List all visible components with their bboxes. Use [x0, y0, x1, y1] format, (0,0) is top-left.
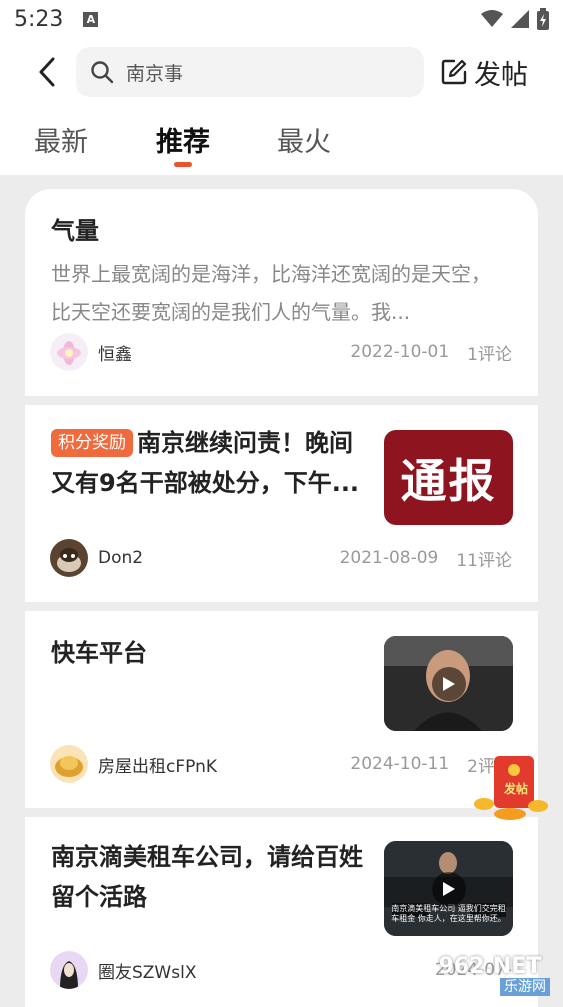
post-comment-count: 1评论: [467, 344, 512, 365]
post-date: 2021-08-09: [339, 548, 439, 568]
search-query: 南京事: [126, 62, 184, 85]
tab-recommended[interactable]: 推荐: [156, 120, 210, 159]
post-author[interactable]: 恒鑫: [98, 340, 132, 365]
video-thumbnail[interactable]: [384, 636, 513, 731]
post-meta: 恒鑫 2022-10-01 1评论: [50, 333, 512, 371]
play-icon[interactable]: [431, 871, 466, 906]
post-author[interactable]: 圈友SZWslX: [98, 958, 196, 983]
back-button[interactable]: [22, 47, 72, 97]
avatar[interactable]: [50, 333, 88, 371]
wifi-icon: [481, 10, 503, 27]
watermark-brand: 962.NET: [438, 954, 542, 979]
post-card[interactable]: 气量 世界上最宽阔的是海洋，比海洋还宽阔的是天空，比天空还要宽阔的是我们人的气量…: [25, 189, 538, 396]
avatar[interactable]: [50, 539, 88, 577]
reward-badge: 积分奖励: [51, 429, 133, 457]
search-field[interactable]: 南京事: [76, 47, 424, 97]
watermark-sub: 乐游网: [500, 978, 550, 996]
watermark-logo: 962.NET 乐游网: [424, 954, 556, 996]
video-caption: 南京滴美租车公司 逼我们交完租车租金 你走人，在这里帮你还。: [391, 904, 506, 923]
video-thumbnail[interactable]: 南京滴美租车公司 逼我们交完租车租金 你走人，在这里帮你还。: [384, 841, 513, 936]
chevron-left-icon: [39, 57, 55, 87]
post-button[interactable]: 发帖: [440, 50, 528, 94]
tab-active-indicator: [174, 162, 192, 167]
avatar[interactable]: [50, 745, 88, 783]
status-time: 5:23: [14, 6, 64, 32]
post-comment-count: 11评论: [456, 550, 512, 571]
post-author[interactable]: Don2: [98, 548, 143, 568]
post-title: 南京滴美租车公司，请给百姓留个活路: [51, 843, 363, 911]
post-card[interactable]: 积分奖励 南京继续问责！晚间又有9名干部被处分，下午... 通报 Don2 202…: [25, 405, 538, 602]
floating-post-button[interactable]: 发帖: [470, 752, 552, 824]
post-date: 2024-10-11: [350, 754, 450, 774]
thumbnail-text: 通报: [400, 453, 497, 508]
tab-bar: 最新 推荐 最火: [0, 106, 563, 175]
post-meta: Don2 2021-08-09 11评论: [50, 539, 512, 577]
edit-icon: [441, 59, 467, 85]
post-button-label: 发帖: [474, 59, 528, 91]
post-title: 快车平台: [51, 639, 147, 667]
status-bar: 5:23 A: [0, 0, 563, 38]
search-icon: [91, 61, 114, 84]
notification-a-icon: A: [83, 11, 99, 27]
post-summary: 世界上最宽阔的是海洋，比海洋还宽阔的是天空，比天空还要宽阔的是我们人的气量。我.…: [51, 262, 491, 324]
battery-icon: [537, 8, 549, 30]
post-author[interactable]: 房屋出租cFPnK: [98, 752, 217, 777]
post-card[interactable]: 快车平台 房屋出租cFPnK 2024-10-11 2评论: [25, 611, 538, 808]
avatar[interactable]: [50, 951, 88, 989]
top-bar: 南京事 发帖: [0, 38, 563, 106]
tab-hottest[interactable]: 最火: [277, 120, 331, 159]
tab-latest[interactable]: 最新: [34, 120, 88, 159]
play-icon[interactable]: [431, 666, 466, 701]
post-meta: 房屋出租cFPnK 2024-10-11 2评论: [50, 745, 512, 783]
post-thumbnail[interactable]: 通报: [384, 430, 513, 525]
floating-post-label: 发帖: [504, 782, 529, 796]
post-date: 2022-10-01: [350, 342, 450, 362]
signal-icon: [511, 10, 529, 28]
post-title: 气量: [51, 217, 99, 245]
post-title-block: 积分奖励 南京继续问责！晚间又有9名干部被处分，下午...: [51, 423, 373, 503]
